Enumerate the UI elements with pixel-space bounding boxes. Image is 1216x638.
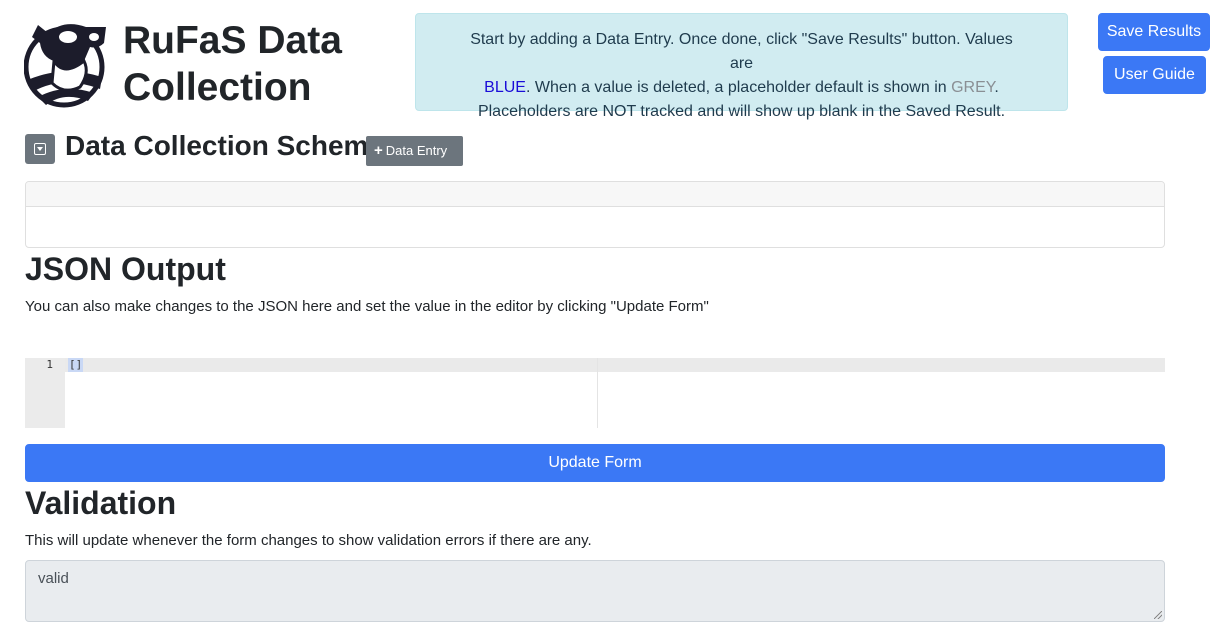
instructions-line1: Start by adding a Data Entry. Once done,… [466,28,1017,76]
update-form-button[interactable]: Update Form [25,444,1165,482]
validation-output: valid [25,560,1165,622]
json-output-description: You can also make changes to the JSON he… [25,298,709,315]
instructions-text-4: Placeholders are NOT tracked and will sh… [477,103,1006,120]
active-line-highlight [65,358,1165,372]
json-editor[interactable]: 1 [] [25,358,1165,428]
schema-card-header [26,182,1164,207]
json-code[interactable]: [] [68,358,84,372]
line-number: 1 [46,358,53,371]
validation-title: Validation [25,485,177,521]
blue-keyword: BLUE [484,79,526,96]
caret-down-icon [37,147,43,151]
instructions-line3: Placeholders are NOT tracked and will sh… [466,100,1017,124]
instructions-alert: Start by adding a Data Entry. Once done,… [415,13,1068,120]
app-title-line2: Collection [123,66,312,109]
instructions-line2: BLUE. When a value is deleted, a placeho… [466,76,1017,100]
schema-title: Data Collection Schema [65,130,384,161]
validation-value: valid [38,570,69,587]
instructions-text-2: . When a value is deleted, a placeholder… [525,79,952,96]
app-title-line1: RuFaS Data [123,19,342,62]
json-output-title: JSON Output [25,251,226,287]
rufas-logo [23,17,108,109]
validation-description: This will update whenever the form chang… [25,532,592,549]
grey-keyword: GREY [951,79,995,96]
plus-icon: + [374,142,383,159]
save-results-button[interactable]: Save Results [1098,13,1210,51]
schema-card [25,181,1165,248]
collapse-schema-button[interactable] [25,134,55,164]
resize-handle-icon[interactable] [1154,611,1162,619]
instructions-text-1: Start by adding a Data Entry. Once done,… [470,31,1013,72]
editor-gutter: 1 [25,358,65,428]
add-data-entry-button[interactable]: + Data Entry [366,136,463,166]
print-margin [597,358,598,428]
app-title: RuFaS Data Collection [123,17,342,111]
add-data-entry-label: Data Entry [385,143,448,158]
instructions-text-3: . [994,79,999,96]
user-guide-button[interactable]: User Guide [1103,56,1206,94]
